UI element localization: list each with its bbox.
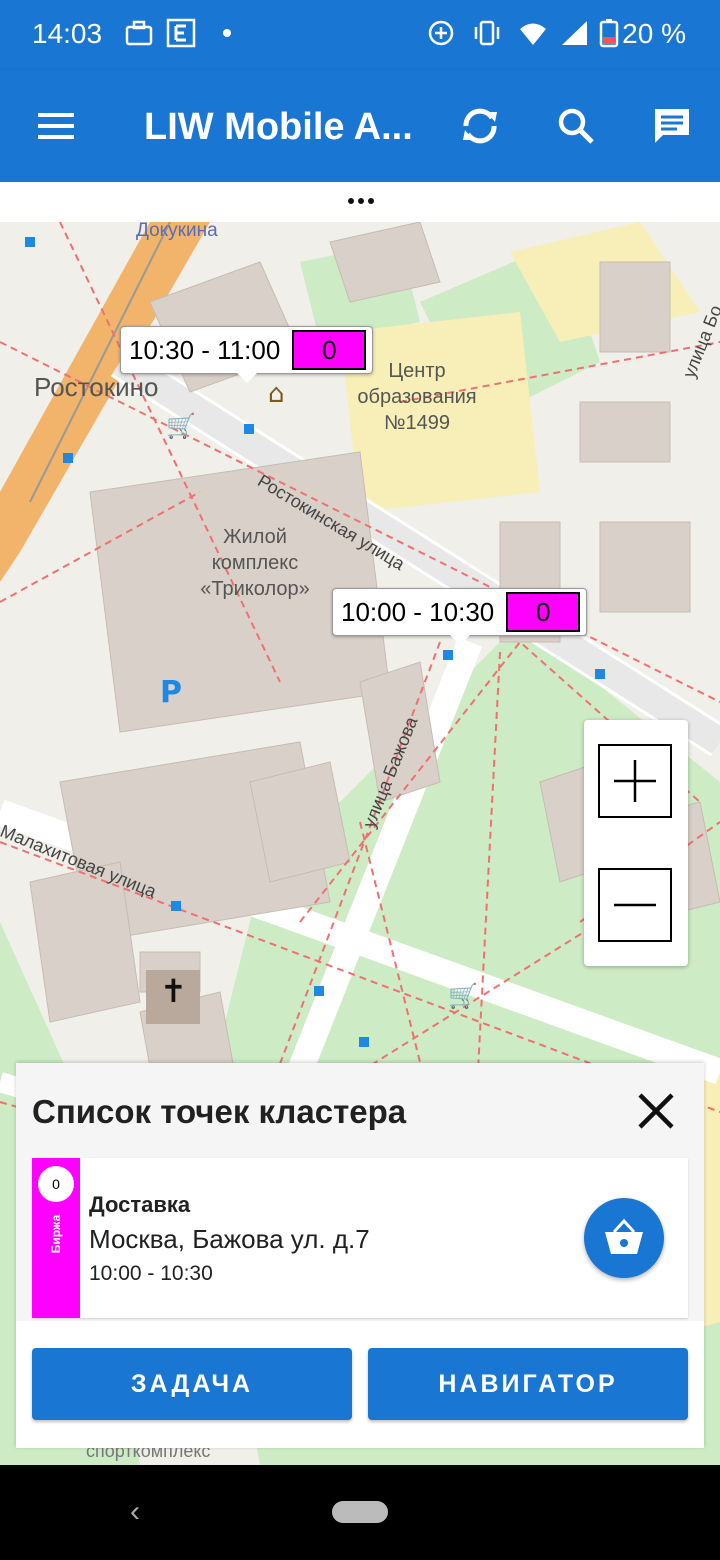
- status-time: 14:03: [32, 18, 103, 49]
- more-dots-icon: [346, 198, 376, 204]
- svg-text:✝: ✝: [160, 972, 187, 1010]
- callout-time: 10:00 - 10:30: [341, 596, 495, 627]
- sync-button[interactable]: [450, 96, 510, 156]
- search-button[interactable]: [546, 96, 606, 156]
- vibrate-icon: [474, 20, 500, 46]
- panel-title: Список точек кластера: [32, 1093, 407, 1130]
- data-saver-icon: [428, 20, 454, 46]
- callout-tail: [449, 635, 470, 645]
- map-marker-callout[interactable]: 10:30 - 11:00 0: [120, 326, 374, 383]
- map-marker-callout[interactable]: 10:00 - 10:30 0: [332, 588, 588, 645]
- item-time: 10:00 - 10:30: [89, 1262, 213, 1285]
- basket-button[interactable]: [584, 1198, 664, 1278]
- map-label-rostokino: Ростокино: [34, 372, 159, 402]
- dot-icon: [223, 29, 231, 37]
- search-icon: [558, 108, 594, 144]
- sync-icon: [463, 108, 497, 144]
- cluster-panel: Список точек кластера 0 Биржа Доставка М…: [16, 1063, 704, 1448]
- callout-tail: [236, 373, 257, 383]
- app-bar: LIW Mobile A...: [0, 70, 720, 182]
- basket-icon: [605, 1218, 643, 1254]
- system-nav-bar: ‹: [0, 1465, 720, 1560]
- map-label-dokukina: Докукина: [136, 222, 218, 241]
- badge-count: 0: [38, 1166, 74, 1202]
- e-icon: [166, 18, 196, 48]
- briefcase-icon: [125, 20, 153, 46]
- map-handle-bar[interactable]: [0, 182, 720, 222]
- plus-icon: [614, 760, 656, 802]
- signal-icon: [562, 21, 587, 45]
- svg-text:🛒: 🛒: [166, 412, 196, 440]
- stripe-label: Биржа: [49, 1214, 63, 1254]
- menu-button[interactable]: [26, 96, 86, 156]
- navigator-button[interactable]: НАВИГАТОР: [368, 1348, 688, 1420]
- wifi-icon: [520, 23, 546, 45]
- battery-icon: [599, 19, 619, 48]
- map-label-residential: Жилой комплекс «Триколор»: [200, 526, 310, 600]
- chat-button[interactable]: [642, 96, 702, 156]
- item-type: Доставка: [89, 1192, 191, 1217]
- panel-actions: ЗАДАЧА НАВИГАТОР: [16, 1321, 704, 1448]
- close-icon[interactable]: [634, 1089, 678, 1133]
- task-button[interactable]: ЗАДАЧА: [32, 1348, 352, 1420]
- svg-text:P: P: [160, 675, 182, 710]
- status-bar: 14:03 20 %: [0, 0, 720, 70]
- zoom-in-button[interactable]: [598, 744, 672, 818]
- svg-text:🛒: 🛒: [448, 982, 478, 1010]
- zoom-controls: [584, 720, 688, 966]
- zoom-out-button[interactable]: [598, 868, 672, 942]
- callout-count-badge: 0: [506, 592, 581, 632]
- menu-icon: [38, 113, 74, 139]
- svg-text:⌂: ⌂: [268, 379, 285, 409]
- back-icon[interactable]: ‹: [130, 1495, 140, 1529]
- item-address: Москва, Бажова ул. д.7: [89, 1224, 370, 1254]
- minus-icon: [614, 903, 656, 907]
- callout-time: 10:30 - 11:00: [129, 334, 281, 365]
- callout-count-badge: 0: [292, 330, 367, 370]
- home-pill[interactable]: [332, 1501, 388, 1523]
- battery-percentage: 20 %: [622, 18, 686, 49]
- list-item[interactable]: 0 Биржа Доставка Москва, Бажова ул. д.7 …: [32, 1158, 688, 1318]
- chat-icon: [655, 109, 689, 143]
- status-stripe: 0 Биржа: [32, 1158, 80, 1318]
- app-title: LIW Mobile A...: [144, 106, 413, 148]
